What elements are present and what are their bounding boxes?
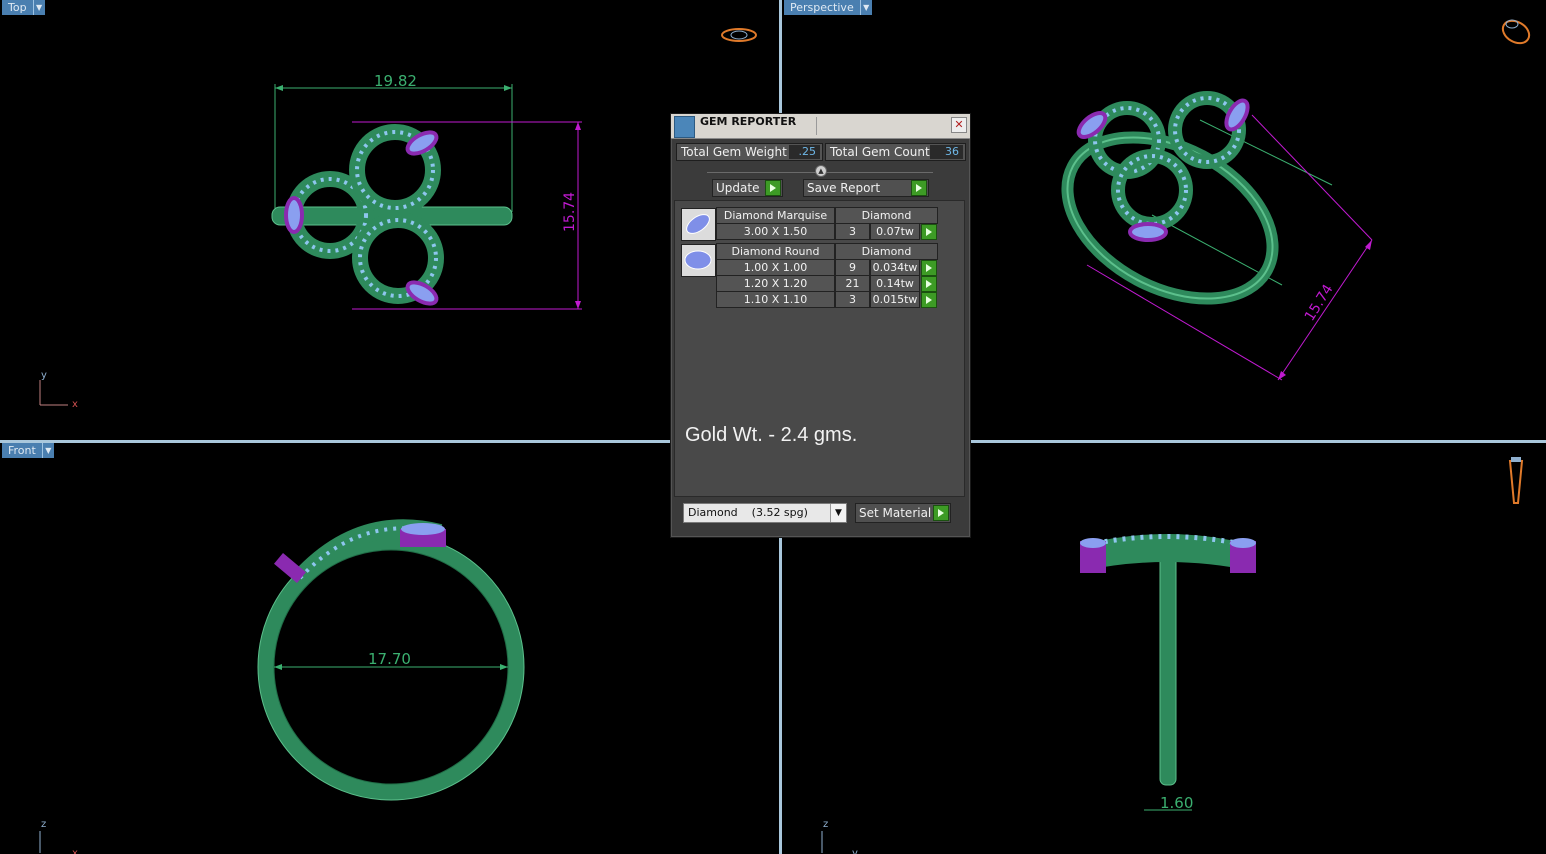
gem-count-cell: 3 [835, 291, 870, 308]
viewport-perspective-menu[interactable]: Perspective ▼ [784, 0, 872, 15]
play-icon[interactable] [911, 180, 927, 196]
gem-weight-cell: 0.015tw [870, 291, 920, 308]
gem-size-cell: 1.20 X 1.20 [716, 275, 835, 292]
gem-weight-cell: 0.07tw [870, 223, 920, 240]
gem-reporter-icon [674, 116, 695, 138]
play-icon[interactable] [921, 260, 937, 276]
round-gem-icon[interactable] [681, 244, 716, 277]
viewport-top[interactable]: 19.82 15.74 y x Top ▼ [0, 0, 779, 440]
axis-z-label: z [823, 819, 828, 830]
axis-y-label: y [41, 370, 47, 381]
gem-shape-header: Diamond Marquise [716, 207, 835, 224]
close-icon[interactable]: ✕ [951, 117, 967, 133]
play-icon[interactable] [921, 224, 937, 240]
dim-length-label: 15.74 [1302, 282, 1337, 325]
play-icon[interactable] [933, 505, 949, 521]
viewport-front-menu[interactable]: Front ▼ [2, 443, 54, 458]
viewport-top-menu[interactable]: Top ▼ [2, 0, 45, 15]
play-icon[interactable] [765, 180, 781, 196]
dialog-titlebar[interactable]: GEM REPORTER ✕ [671, 114, 970, 139]
chevron-down-icon[interactable]: ▼ [859, 0, 872, 15]
gem-shape-header: Diamond Round [716, 243, 835, 260]
axis-x-label: x [72, 399, 78, 410]
chevron-down-icon[interactable]: ▼ [32, 0, 45, 15]
viewport-top-label: Top [2, 0, 33, 15]
axis-x-label: x [72, 848, 78, 854]
dim-band-label: 1.60 [1160, 794, 1193, 812]
total-gem-weight-label: Total Gem Weight [681, 145, 787, 159]
gem-size-cell: 1.10 X 1.10 [716, 291, 835, 308]
dialog-title: GEM REPORTER [700, 115, 797, 128]
gem-size-cell: 3.00 X 1.50 [716, 223, 835, 240]
viewport-front[interactable]: 17.70 z x Front ▼ [0, 443, 779, 854]
gold-weight-note: Gold Wt. - 2.4 gms. [685, 424, 858, 446]
front-view-model: 17.70 z x [39, 519, 525, 854]
update-button[interactable]: Update [712, 179, 783, 197]
total-gem-count-field: Total Gem Count 36 [825, 143, 966, 161]
gem-count-cell: 21 [835, 275, 870, 292]
gem-size-cell: 1.00 X 1.00 [716, 259, 835, 276]
dim-width-label: 19.82 [374, 72, 417, 90]
titlebar-separator [816, 117, 817, 135]
axis-y-label: y [852, 848, 858, 854]
save-report-button-label: Save Report [807, 181, 881, 195]
marquise-gem-icon[interactable] [681, 208, 716, 241]
total-gem-weight-value: .25 [789, 145, 820, 159]
chevron-down-icon[interactable]: ▼ [830, 504, 846, 522]
material-select[interactable]: Diamond (3.52 spg) ▼ [683, 503, 847, 523]
top-view-model: 19.82 15.74 y x [39, 28, 757, 410]
dim-height-label: 15.74 [562, 192, 578, 232]
play-icon[interactable] [921, 292, 937, 308]
gem-reporter-dialog: GEM REPORTER ✕ Total Gem Weight .25 Tota… [670, 113, 971, 538]
total-gem-count-label: Total Gem Count [830, 145, 930, 159]
set-material-button-label: Set Material [859, 506, 932, 520]
gem-material-header: Diamond [835, 207, 938, 224]
gem-material-header: Diamond [835, 243, 938, 260]
material-select-value: Diamond (3.52 spg) [688, 506, 808, 519]
collapse-icon[interactable]: ▲ [815, 165, 827, 177]
viewport-perspective-label: Perspective [784, 0, 860, 15]
gem-list-panel: Diamond Marquise Diamond 3.00 X 1.50 3 0… [674, 200, 965, 497]
gem-count-cell: 3 [835, 223, 870, 240]
save-report-button[interactable]: Save Report [803, 179, 929, 197]
total-gem-count-value: 36 [930, 145, 963, 159]
dim-diameter-label: 17.70 [368, 650, 411, 668]
gem-weight-cell: 0.034tw [870, 259, 920, 276]
total-gem-weight-field: Total Gem Weight .25 [676, 143, 823, 161]
gem-weight-cell: 0.14tw [870, 275, 920, 292]
viewport-front-label: Front [2, 443, 42, 458]
chevron-down-icon[interactable]: ▼ [41, 443, 54, 458]
update-button-label: Update [716, 181, 760, 195]
play-icon[interactable] [921, 276, 937, 292]
gem-count-cell: 9 [835, 259, 870, 276]
set-material-button[interactable]: Set Material [855, 503, 951, 523]
axis-z-label: z [41, 819, 46, 830]
